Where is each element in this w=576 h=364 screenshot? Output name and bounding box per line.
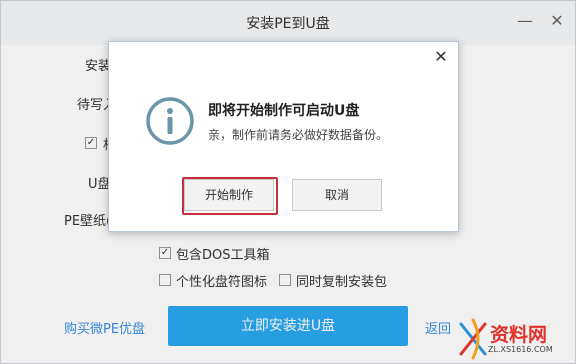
dialog-message: 亲，制作前请务必做好数据备份。 bbox=[208, 128, 389, 142]
dialog-title: 即将开始制作可启动U盘 bbox=[208, 103, 360, 119]
watermark-text: 资料网 bbox=[490, 324, 548, 346]
dialog-close-button[interactable]: ✕ bbox=[432, 48, 450, 66]
watermark-url: ZL.XS1616.COM bbox=[488, 345, 553, 354]
cancel-button[interactable]: 取消 bbox=[292, 179, 382, 211]
confirm-dialog: ✕ 即将开始制作可启动U盘 亲，制作前请务必做好数据备份。 开始制作 取消 bbox=[108, 41, 459, 232]
info-icon bbox=[146, 97, 194, 145]
start-making-button[interactable]: 开始制作 bbox=[184, 179, 274, 211]
